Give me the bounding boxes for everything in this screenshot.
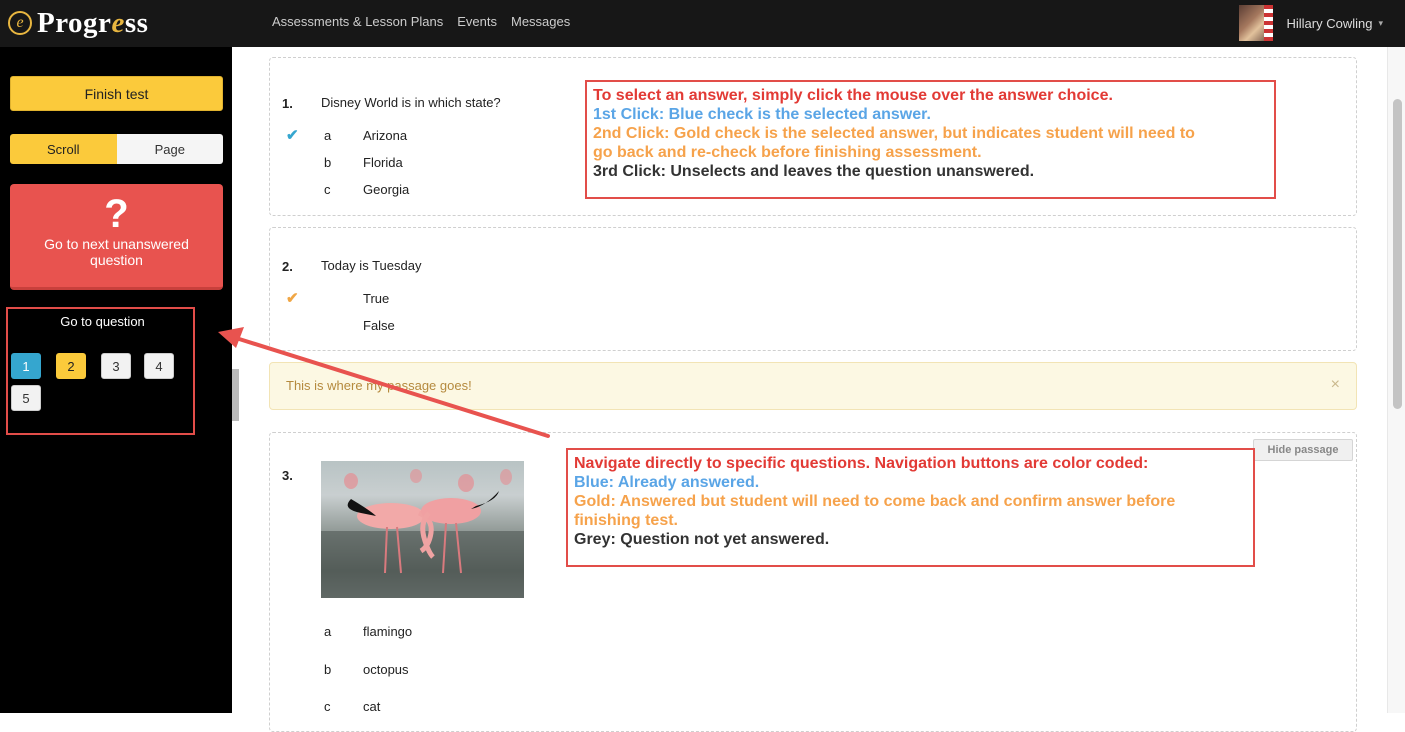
question-number: 1. xyxy=(282,96,293,111)
answer-option[interactable]: flamingo xyxy=(363,624,412,639)
passage-alert: This is where my passage goes! × xyxy=(269,362,1357,410)
nav-item-messages[interactable]: Messages xyxy=(511,14,570,29)
answer-option[interactable]: octopus xyxy=(363,662,409,677)
mode-scroll-button[interactable]: Scroll xyxy=(10,134,117,164)
flamingo-illustration xyxy=(321,469,524,598)
annotation-line: 1st Click: Blue check is the selected an… xyxy=(593,106,931,123)
question-nav-button-1[interactable]: 1 xyxy=(11,353,41,379)
brand-logo[interactable]: e Progress xyxy=(8,5,148,41)
question-mark-icon: ? xyxy=(104,192,129,236)
option-letter: c xyxy=(324,699,331,714)
answer-option[interactable]: Florida xyxy=(363,155,403,170)
avatar xyxy=(1238,5,1273,41)
answer-option[interactable]: Arizona xyxy=(363,128,407,143)
answer-option[interactable]: False xyxy=(363,318,395,333)
question-nav-button-3[interactable]: 3 xyxy=(101,353,131,379)
mode-page-button[interactable]: Page xyxy=(116,134,223,164)
user-name: Hillary Cowling xyxy=(1286,15,1373,31)
answer-option[interactable]: Georgia xyxy=(363,182,409,197)
annotation-line: Gold: Answered but student will need to … xyxy=(574,493,1176,510)
next-unanswered-label: Go to next unanswered question xyxy=(44,236,189,268)
annotation-line: To select an answer, simply click the mo… xyxy=(593,87,1113,104)
passage-text: This is where my passage goes! xyxy=(286,378,472,393)
annotation-line: 2nd Click: Gold check is the selected an… xyxy=(593,125,1195,142)
option-letter: b xyxy=(324,155,332,170)
nav-item-assessments[interactable]: Assessments & Lesson Plans xyxy=(272,14,443,29)
question-text: Today is Tuesday xyxy=(321,258,422,273)
user-menu[interactable]: Hillary Cowling ▾ xyxy=(1238,5,1383,41)
caret-down-icon: ▾ xyxy=(1378,17,1383,28)
question-number: 2. xyxy=(282,259,293,274)
question-text: Disney World is in which state? xyxy=(321,95,501,110)
annotation-line: Grey: Question not yet answered. xyxy=(574,531,830,548)
question-nav-button-5[interactable]: 5 xyxy=(11,385,41,411)
view-mode-toggle: Scroll Page xyxy=(10,134,223,164)
annotation-line: Navigate directly to specific questions.… xyxy=(574,455,1149,472)
finish-test-button[interactable]: Finish test xyxy=(10,76,223,111)
option-letter: a xyxy=(324,624,332,639)
nav-item-events[interactable]: Events xyxy=(457,14,497,29)
flag-decoration xyxy=(1263,5,1273,41)
annotation-line: Blue: Already answered. xyxy=(574,474,760,491)
close-icon[interactable]: × xyxy=(1331,376,1340,394)
annotation-line: finishing test. xyxy=(574,512,678,529)
question-nav-button-4[interactable]: 4 xyxy=(144,353,174,379)
annotation-line: 3rd Click: Unselects and leaves the ques… xyxy=(593,163,1035,180)
sidebar: Finish test Scroll Page ? Go to next una… xyxy=(0,47,232,713)
annotation-line: go back and re-check before finishing as… xyxy=(593,144,982,161)
hide-passage-button[interactable]: Hide passage xyxy=(1253,439,1353,461)
main-nav: Assessments & Lesson Plans Events Messag… xyxy=(272,14,570,29)
goto-question-highlight: Go to question 1 2 3 4 5 xyxy=(6,307,195,435)
annotation-navigate-help: Navigate directly to specific questions.… xyxy=(566,448,1255,567)
answer-option[interactable]: cat xyxy=(363,699,380,714)
sidebar-scrollbar[interactable] xyxy=(232,47,240,713)
check-gold-icon: ✔ xyxy=(286,290,299,307)
answer-option[interactable]: True xyxy=(363,291,389,306)
check-blue-icon: ✔ xyxy=(286,127,299,144)
main-scroll-thumb[interactable] xyxy=(1393,99,1402,409)
brand-name: Progress xyxy=(37,6,149,39)
top-navbar: e Progress Assessments & Lesson Plans Ev… xyxy=(0,0,1405,47)
question-card-2 xyxy=(269,227,1357,351)
sidebar-scroll-thumb[interactable] xyxy=(232,369,239,421)
goto-question-title: Go to question xyxy=(60,314,145,329)
option-letter: c xyxy=(324,182,331,197)
main-scrollbar[interactable] xyxy=(1387,47,1405,713)
option-letter: b xyxy=(324,662,332,677)
flamingo-photo xyxy=(321,461,524,598)
next-unanswered-button[interactable]: ? Go to next unanswered question xyxy=(10,184,223,290)
annotation-select-help: To select an answer, simply click the mo… xyxy=(585,80,1276,199)
question-number: 3. xyxy=(282,468,293,483)
logo-icon: e xyxy=(8,11,32,35)
option-letter: a xyxy=(324,128,332,143)
question-nav-button-2[interactable]: 2 xyxy=(56,353,86,379)
